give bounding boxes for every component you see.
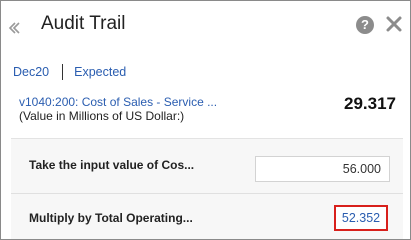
step-result-link[interactable]: 52.352: [334, 205, 388, 231]
account-info: v1040:200: Cost of Sales - Service ... (…: [19, 95, 299, 123]
audit-trail-panel: Audit Trail ? Dec20 Expected v1040:200: …: [0, 0, 411, 240]
panel-header: Audit Trail ?: [1, 1, 410, 53]
row-divider: [11, 193, 403, 194]
account-units: (Value in Millions of US Dollar:): [19, 109, 185, 123]
step-label-input: Take the input value of Cos...: [29, 158, 195, 172]
breadcrumb-item-dec20[interactable]: Dec20: [13, 65, 49, 79]
calculation-steps-card: Take the input value of Cos... 56.000 Mu…: [11, 138, 403, 239]
breadcrumb-item-expected[interactable]: Expected: [74, 65, 126, 79]
page-title: Audit Trail: [41, 13, 126, 34]
account-name-link[interactable]: v1040:200: Cost of Sales - Service ...: [19, 95, 299, 109]
breadcrumb: Dec20 Expected: [13, 63, 126, 81]
step-input-value-field[interactable]: 56.000: [255, 156, 390, 182]
chevron-left-icon[interactable]: [6, 19, 20, 37]
help-icon[interactable]: ?: [356, 16, 374, 34]
close-icon[interactable]: [385, 15, 403, 33]
account-value: 29.317: [344, 94, 396, 113]
step-label-multiply: Multiply by Total Operating...: [29, 211, 193, 225]
breadcrumb-divider: [62, 64, 64, 80]
